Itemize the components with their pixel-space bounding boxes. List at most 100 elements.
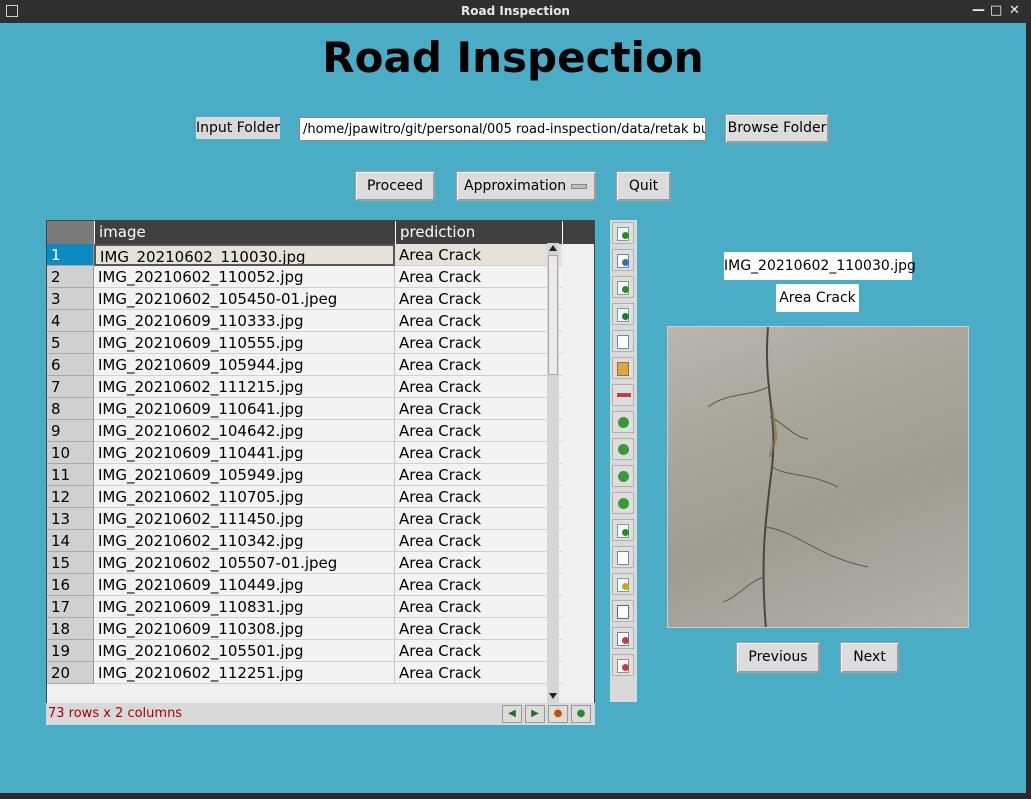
table-row[interactable]: 18 IMG_20210609_110308.jpg Area Crack xyxy=(47,618,594,640)
row-index[interactable]: 5 xyxy=(47,332,94,354)
table-row[interactable]: 11 IMG_20210609_105949.jpg Area Crack xyxy=(47,464,594,486)
table-row[interactable]: 16 IMG_20210609_110449.jpg Area Crack xyxy=(47,574,594,596)
minimize-icon[interactable]: — xyxy=(972,3,985,18)
table-row[interactable]: 2 IMG_20210602_110052.jpg Area Crack xyxy=(47,266,594,288)
table-row[interactable]: 19 IMG_20210602_105501.jpg Area Crack xyxy=(47,640,594,662)
image-cell[interactable]: IMG_20210609_110308.jpg xyxy=(94,618,395,640)
table-row[interactable]: 14 IMG_20210602_110342.jpg Area Crack xyxy=(47,530,594,552)
maximize-icon[interactable]: □ xyxy=(990,3,1002,18)
transpose-icon[interactable] xyxy=(612,438,634,460)
row-index[interactable]: 3 xyxy=(47,288,94,310)
image-cell[interactable]: IMG_20210602_105501.jpg xyxy=(94,640,395,662)
table-row[interactable]: 6 IMG_20210609_105944.jpg Area Crack xyxy=(47,354,594,376)
row-index[interactable]: 18 xyxy=(47,618,94,640)
prev-page-icon[interactable]: ◀ xyxy=(502,705,522,723)
quit-button[interactable]: Quit xyxy=(616,171,671,201)
calculator-icon[interactable] xyxy=(612,600,634,622)
prediction-cell[interactable]: Area Crack xyxy=(395,640,562,662)
image-cell[interactable]: IMG_20210609_110641.jpg xyxy=(94,398,395,420)
prediction-cell[interactable]: Area Crack xyxy=(395,420,562,442)
prediction-cell[interactable]: Area Crack xyxy=(395,310,562,332)
scroll-up-icon[interactable] xyxy=(549,245,557,251)
row-index[interactable]: 17 xyxy=(47,596,94,618)
prediction-cell[interactable]: Area Crack xyxy=(395,574,562,596)
image-cell[interactable]: IMG_20210609_110333.jpg xyxy=(94,310,395,332)
duplicate-icon[interactable] xyxy=(612,546,634,568)
image-cell[interactable]: IMG_20210609_110449.jpg xyxy=(94,574,395,596)
table-row[interactable]: 9 IMG_20210602_104642.jpg Area Crack xyxy=(47,420,594,442)
image-cell[interactable]: IMG_20210602_110705.jpg xyxy=(94,486,395,508)
image-cell[interactable]: IMG_20210602_110342.jpg xyxy=(94,530,395,552)
prediction-cell[interactable]: Area Crack xyxy=(395,618,562,640)
image-cell[interactable]: IMG_20210602_105507-01.jpeg xyxy=(94,552,395,574)
column-header-image[interactable]: image xyxy=(94,221,395,244)
table-row[interactable]: 10 IMG_20210609_110441.jpg Area Crack xyxy=(47,442,594,464)
next-page-icon[interactable]: ▶ xyxy=(525,705,545,723)
image-cell[interactable]: IMG_20210609_110441.jpg xyxy=(94,442,395,464)
edit-icon[interactable] xyxy=(612,573,634,595)
prediction-cell[interactable]: Area Crack xyxy=(395,244,562,266)
row-index[interactable]: 6 xyxy=(47,354,94,376)
row-index[interactable]: 16 xyxy=(47,574,94,596)
image-cell[interactable]: IMG_20210602_110030.jpg xyxy=(94,244,395,266)
row-index[interactable]: 15 xyxy=(47,552,94,574)
table-row[interactable]: 1 IMG_20210602_110030.jpg Area Crack xyxy=(47,244,594,266)
table-row[interactable]: 13 IMG_20210602_111450.jpg Area Crack xyxy=(47,508,594,530)
row-index[interactable]: 1 xyxy=(47,244,94,266)
import-icon[interactable] xyxy=(612,276,634,298)
table-row[interactable]: 12 IMG_20210602_110705.jpg Area Crack xyxy=(47,486,594,508)
row-index[interactable]: 7 xyxy=(47,376,94,398)
row-index[interactable]: 20 xyxy=(47,662,94,684)
pivot-icon[interactable] xyxy=(612,519,634,541)
column-header-prediction[interactable]: prediction xyxy=(395,221,562,244)
prediction-cell[interactable]: Area Crack xyxy=(395,376,562,398)
table-row[interactable]: 3 IMG_20210602_105450-01.jpeg Area Crack xyxy=(47,288,594,310)
image-cell[interactable]: IMG_20210609_105944.jpg xyxy=(94,354,395,376)
previous-button[interactable]: Previous xyxy=(736,642,820,673)
folder-path-input[interactable]: /home/jpawitro/git/personal/005 road-ins… xyxy=(299,117,706,141)
row-index[interactable]: 14 xyxy=(47,530,94,552)
row-index[interactable]: 2 xyxy=(47,266,94,288)
image-cell[interactable]: IMG_20210602_104642.jpg xyxy=(94,420,395,442)
row-index[interactable]: 4 xyxy=(47,310,94,332)
plot-icon[interactable] xyxy=(612,384,634,406)
table-row[interactable]: 5 IMG_20210609_110555.jpg Area Crack xyxy=(47,332,594,354)
scrollbar-thumb[interactable] xyxy=(548,255,558,375)
row-index[interactable]: 10 xyxy=(47,442,94,464)
prediction-cell[interactable]: Area Crack xyxy=(395,266,562,288)
image-cell[interactable]: IMG_20210602_111215.jpg xyxy=(94,376,395,398)
method-select[interactable]: Approximation xyxy=(456,171,596,201)
row-index[interactable]: 9 xyxy=(47,420,94,442)
zoom-in-icon[interactable]: ● xyxy=(571,705,591,723)
row-index[interactable]: 8 xyxy=(47,398,94,420)
prediction-cell[interactable]: Area Crack xyxy=(395,508,562,530)
image-cell[interactable]: IMG_20210609_105949.jpg xyxy=(94,464,395,486)
image-cell[interactable]: IMG_20210602_105450-01.jpeg xyxy=(94,288,395,310)
table-row[interactable]: 15 IMG_20210602_105507-01.jpeg Area Crack xyxy=(47,552,594,574)
notes-icon[interactable] xyxy=(612,654,634,676)
export-icon[interactable] xyxy=(612,222,634,244)
prediction-cell[interactable]: Area Crack xyxy=(395,288,562,310)
table-vertical-scrollbar[interactable] xyxy=(547,243,559,703)
image-cell[interactable]: IMG_20210602_112251.jpg xyxy=(94,662,395,684)
table-row[interactable]: 20 IMG_20210602_112251.jpg Area Crack xyxy=(47,662,594,684)
prediction-cell[interactable]: Area Crack xyxy=(395,486,562,508)
copy-icon[interactable] xyxy=(612,330,634,352)
prediction-cell[interactable]: Area Crack xyxy=(395,442,562,464)
prediction-cell[interactable]: Area Crack xyxy=(395,332,562,354)
undo-icon[interactable] xyxy=(612,411,634,433)
table-row[interactable]: 17 IMG_20210609_110831.jpg Area Crack xyxy=(47,596,594,618)
image-cell[interactable]: IMG_20210602_110052.jpg xyxy=(94,266,395,288)
prediction-cell[interactable]: Area Crack xyxy=(395,398,562,420)
row-index[interactable]: 13 xyxy=(47,508,94,530)
chart-icon[interactable] xyxy=(612,627,634,649)
table-row[interactable]: 8 IMG_20210609_110641.jpg Area Crack xyxy=(47,398,594,420)
prediction-cell[interactable]: Area Crack xyxy=(395,464,562,486)
paste-icon[interactable] xyxy=(612,357,634,379)
image-cell[interactable]: IMG_20210609_110831.jpg xyxy=(94,596,395,618)
table-row[interactable]: 4 IMG_20210609_110333.jpg Area Crack xyxy=(47,310,594,332)
excel-icon[interactable] xyxy=(612,303,634,325)
row-index[interactable]: 11 xyxy=(47,464,94,486)
redo-icon[interactable] xyxy=(612,465,634,487)
proceed-button[interactable]: Proceed xyxy=(355,171,435,201)
